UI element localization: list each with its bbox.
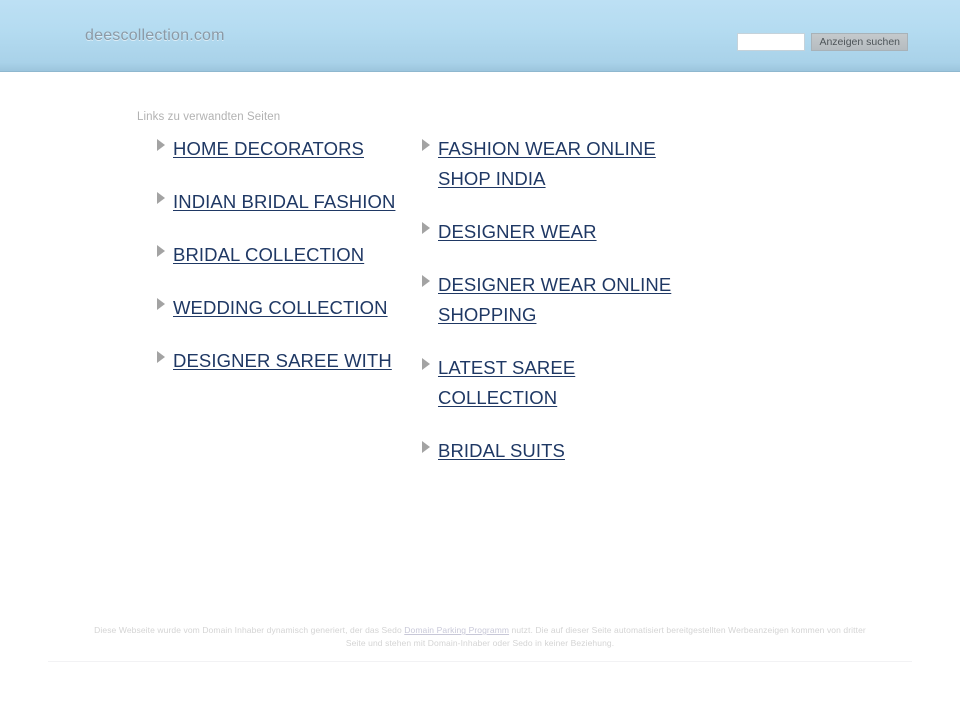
arrow-right-icon bbox=[157, 192, 165, 204]
related-link[interactable]: BRIDAL COLLECTION bbox=[147, 240, 409, 270]
arrow-right-icon bbox=[422, 222, 430, 234]
related-link[interactable]: LATEST SAREE COLLECTION bbox=[412, 353, 687, 413]
related-link[interactable]: HOME DECORATORS bbox=[147, 134, 409, 164]
links-column-left: HOME DECORATORS INDIAN BRIDAL FASHION BR… bbox=[147, 134, 409, 399]
related-links-heading: Links zu verwandten Seiten bbox=[137, 111, 281, 123]
arrow-right-icon bbox=[157, 351, 165, 363]
related-link[interactable]: INDIAN BRIDAL FASHION bbox=[147, 187, 409, 217]
domain-title: deescollection.com bbox=[85, 27, 225, 44]
related-link[interactable]: DESIGNER WEAR ONLINE SHOPPING bbox=[412, 270, 687, 330]
related-link[interactable]: WEDDING COLLECTION bbox=[147, 293, 409, 323]
arrow-right-icon bbox=[422, 358, 430, 370]
search-area: Anzeigen suchen bbox=[737, 33, 908, 51]
arrow-right-icon bbox=[157, 245, 165, 257]
arrow-right-icon bbox=[157, 139, 165, 151]
arrow-right-icon bbox=[422, 441, 430, 453]
related-link[interactable]: DESIGNER SAREE WITH bbox=[147, 346, 409, 376]
related-link-label: FASHION WEAR ONLINE SHOP INDIA bbox=[438, 138, 656, 189]
related-link[interactable]: BRIDAL SUITS bbox=[412, 436, 687, 466]
related-link-label: HOME DECORATORS bbox=[173, 138, 364, 159]
related-link-label: WEDDING COLLECTION bbox=[173, 297, 388, 318]
related-link-label: DESIGNER SAREE WITH bbox=[173, 350, 392, 371]
arrow-right-icon bbox=[157, 298, 165, 310]
arrow-right-icon bbox=[422, 139, 430, 151]
search-input[interactable] bbox=[737, 33, 806, 51]
related-link-label: INDIAN BRIDAL FASHION bbox=[173, 191, 396, 212]
page-header: deescollection.com Anzeigen suchen bbox=[0, 0, 960, 72]
related-link[interactable]: DESIGNER WEAR bbox=[412, 217, 687, 247]
related-link-label: BRIDAL COLLECTION bbox=[173, 244, 365, 265]
search-ads-button[interactable]: Anzeigen suchen bbox=[811, 33, 908, 51]
related-link-label: DESIGNER WEAR ONLINE SHOPPING bbox=[438, 274, 672, 325]
related-link-label: BRIDAL SUITS bbox=[438, 440, 565, 461]
footer-divider bbox=[48, 661, 912, 662]
related-link-label: DESIGNER WEAR bbox=[438, 221, 597, 242]
related-link[interactable]: FASHION WEAR ONLINE SHOP INDIA bbox=[412, 134, 687, 194]
footer-text-before-link: Diese Webseite wurde vom Domain Inhaber … bbox=[94, 625, 405, 635]
domain-parking-program-link[interactable]: Domain Parking Programm bbox=[404, 625, 509, 635]
footer-disclaimer: Diese Webseite wurde vom Domain Inhaber … bbox=[90, 624, 870, 650]
page-footer: Diese Webseite wurde vom Domain Inhaber … bbox=[0, 624, 960, 662]
related-link-label: LATEST SAREE COLLECTION bbox=[438, 357, 576, 408]
links-column-right: FASHION WEAR ONLINE SHOP INDIA DESIGNER … bbox=[412, 134, 687, 489]
arrow-right-icon bbox=[422, 275, 430, 287]
